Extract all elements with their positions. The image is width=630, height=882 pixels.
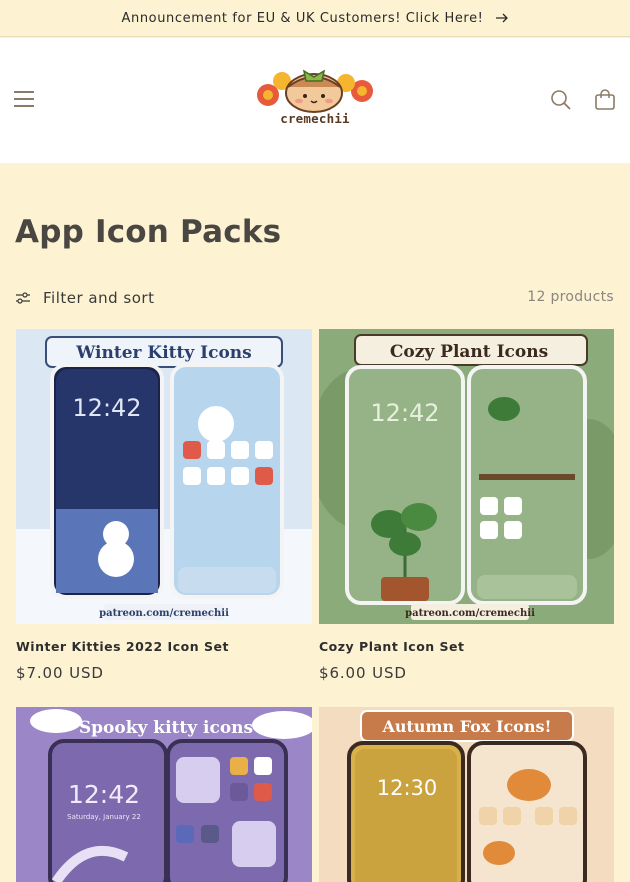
product-count: 12 products [527,289,614,305]
product-image-cozy-plant[interactable]: Cozy Plant Icons 12:42 patreon.com/creme… [319,329,614,624]
clock-spooky: 12:42 [68,780,140,809]
search-icon[interactable] [550,89,572,111]
logo-text: cremechii [280,111,350,126]
footer-plant: patreon.com/cremechii [405,608,535,619]
product-image-autumn-fox[interactable]: Autumn Fox Icons! 12:30 [319,707,614,882]
menu-icon[interactable] [14,89,36,109]
banner-spooky: Spooky kitty icons [79,718,253,738]
clock-autumn: 12:30 [377,776,438,800]
cart-icon[interactable] [594,89,616,111]
banner-winter: Winter Kitty Icons [75,343,251,363]
logo[interactable]: cremechii [252,63,378,135]
product-price-winter-kitties: $7.00 USD [16,664,104,682]
clock-plant: 12:42 [370,399,439,427]
banner-plant: Cozy Plant Icons [390,342,548,362]
product-title-cozy-plant[interactable]: Cozy Plant Icon Set [319,639,465,654]
product-title-winter-kitties[interactable]: Winter Kitties 2022 Icon Set [16,639,229,654]
filter-sort-button[interactable]: Filter and sort [15,287,154,309]
product-price-cozy-plant: $6.00 USD [319,664,407,682]
product-image-winter-kitties[interactable]: Winter Kitty Icons 12:42 patreon.com/cre… [16,329,312,624]
announcement-text[interactable]: Announcement for EU & UK Customers! Clic… [121,11,483,26]
logo-mascot-icon [257,69,373,113]
arrow-right-icon [495,13,509,23]
filter-icon [16,292,30,304]
banner-autumn: Autumn Fox Icons! [381,717,551,736]
date-spooky: Saturday, January 22 [67,813,141,821]
footer-winter: patreon.com/cremechii [99,608,229,619]
announcement-bar[interactable]: Announcement for EU & UK Customers! Clic… [0,0,630,37]
product-image-spooky-kitty[interactable]: Spooky kitty icons 12:42 Saturday, Janua… [16,707,312,882]
clock-winter: 12:42 [72,394,141,422]
filter-sort-label[interactable]: Filter and sort [43,289,154,307]
page-title: App Icon Packs [15,214,282,250]
